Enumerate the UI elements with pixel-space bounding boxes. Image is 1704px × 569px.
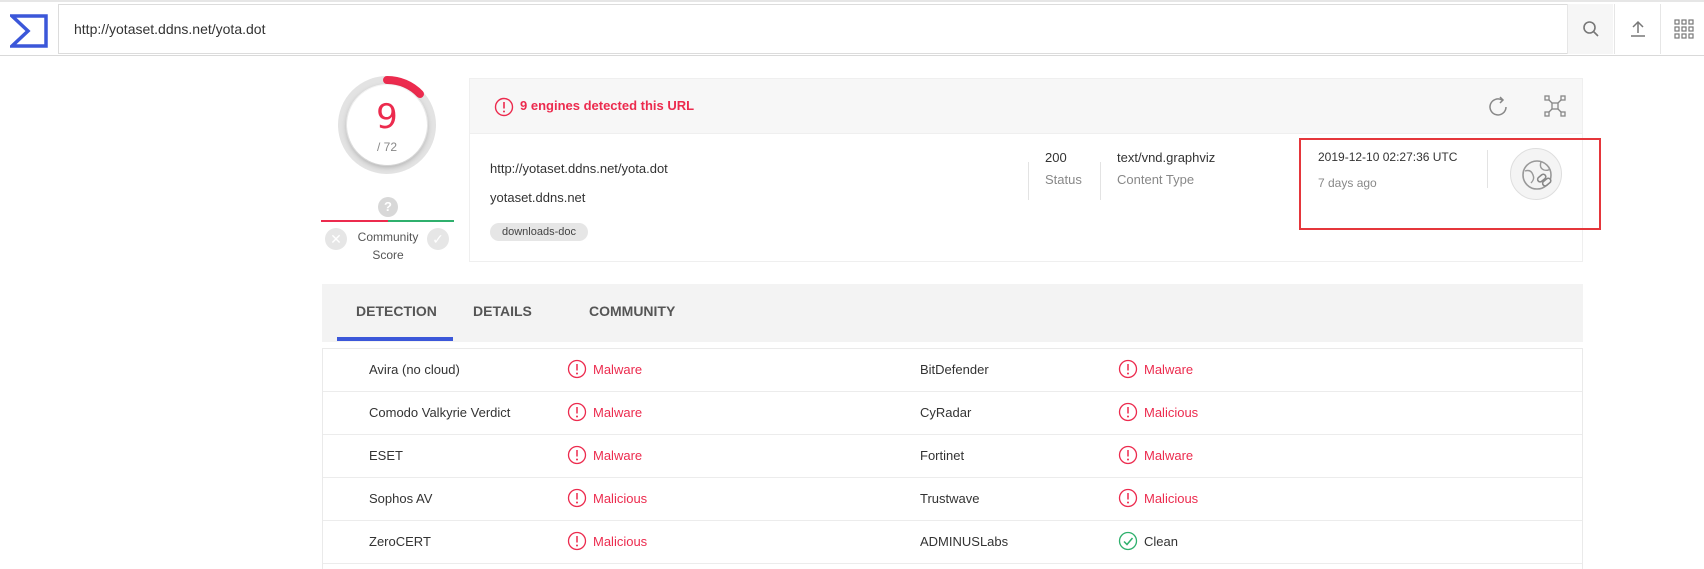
scanned-url[interactable]: http://yotaset.ddns.net/yota.dot xyxy=(490,161,668,176)
community-bar-positive xyxy=(388,220,454,222)
apps-button[interactable] xyxy=(1660,4,1704,54)
community-label-line2: Score xyxy=(372,248,404,262)
verdict-label: Malware xyxy=(593,448,643,463)
engine-name: Comodo Valkyrie Verdict xyxy=(369,405,511,420)
verdict-label: Malware xyxy=(1144,448,1194,463)
url-type-badge xyxy=(1510,148,1562,200)
domain-link[interactable]: yotaset.ddns.net xyxy=(490,190,585,205)
community-score-label: Community Score xyxy=(350,228,426,264)
detection-summary: 9 engines detected this URL xyxy=(520,98,695,113)
thumbs-up-button[interactable]: ✓ xyxy=(427,228,449,250)
alert-circle-icon xyxy=(567,402,587,422)
verdict-label: Malware xyxy=(593,362,643,377)
report-tabs: DETECTION DETAILS COMMUNITY xyxy=(322,284,1583,342)
top-bar xyxy=(0,0,1704,56)
apps-grid-icon xyxy=(1673,19,1694,39)
analysis-date: 2019-12-10 02:27:36 UTC xyxy=(1318,150,1458,164)
alert-circle-icon xyxy=(567,531,587,551)
alert-circle-icon xyxy=(567,359,587,379)
alert-circle-icon xyxy=(494,97,514,117)
score-circle: 9 / 72 xyxy=(347,85,427,165)
thumbs-up-icon: ✓ xyxy=(432,231,444,247)
refresh-icon[interactable] xyxy=(1486,95,1510,119)
sigma-logo-icon[interactable] xyxy=(10,14,48,48)
graph-icon[interactable] xyxy=(1544,95,1566,117)
alert-circle-icon xyxy=(567,445,587,465)
engine-name: Trustwave xyxy=(920,491,980,506)
verdict-label: Clean xyxy=(1144,534,1178,549)
engine-name: ESET xyxy=(369,448,403,463)
table-row: Avira (no cloud) Malware BitDefender Malwar… xyxy=(323,349,1582,392)
verdict-label: Malware xyxy=(593,405,643,420)
upload-button[interactable] xyxy=(1614,4,1660,54)
divider xyxy=(1100,162,1101,200)
detection-table: Avira (no cloud) Malware BitDefender Malwar… xyxy=(322,348,1583,569)
engine-name: ADMINUSLabs xyxy=(920,534,1009,549)
alert-circle-icon xyxy=(1118,402,1138,422)
alert-circle-icon xyxy=(1118,359,1138,379)
divider xyxy=(1028,162,1029,200)
http-status-value: 200 xyxy=(1045,150,1067,165)
verdict-label: Malicious xyxy=(1144,405,1199,420)
tab-detection[interactable]: DETECTION xyxy=(356,303,437,319)
engine-name: Fortinet xyxy=(920,448,965,463)
detection-count: 9 xyxy=(376,97,398,137)
check-circle-icon xyxy=(1118,531,1138,551)
community-bar-negative xyxy=(321,220,388,222)
tab-details[interactable]: DETAILS xyxy=(473,303,532,319)
alert-circle-icon xyxy=(1118,445,1138,465)
table-row: ZeroCERT Malicious ADMINUSLabs Clean xyxy=(323,521,1582,564)
analysis-age: 7 days ago xyxy=(1318,176,1377,190)
search-icon xyxy=(1582,21,1599,37)
verdict-label: Malicious xyxy=(1144,491,1199,506)
community-score-badge: ? xyxy=(378,197,398,217)
active-tab-indicator xyxy=(337,337,453,341)
content-type-value: text/vnd.graphviz xyxy=(1117,150,1216,165)
http-status-label: Status xyxy=(1045,172,1082,187)
thumbs-down-button[interactable]: ✕ xyxy=(325,228,347,250)
engine-name: ZeroCERT xyxy=(369,534,431,549)
engine-name: CyRadar xyxy=(920,405,972,420)
search-button[interactable] xyxy=(1567,4,1613,54)
community-label-line1: Community xyxy=(357,230,419,244)
category-tag[interactable]: downloads-doc xyxy=(490,223,588,241)
url-info-card: http://yotaset.ddns.net/yota.dot yotaset… xyxy=(469,134,1601,262)
verdict-label: Malicious xyxy=(593,491,648,506)
engine-total: / 72 xyxy=(376,140,397,154)
table-row: Sophos AV Malicious Trustwave Malicious xyxy=(323,478,1582,521)
table-row: ESET Malware Fortinet Malware xyxy=(323,435,1582,478)
search-input[interactable] xyxy=(58,4,1568,54)
url-link-icon xyxy=(1522,160,1552,190)
verdict-label: Malicious xyxy=(593,534,648,549)
detection-alert-bar: 9 engines detected this URL xyxy=(469,78,1583,134)
thumbs-down-icon: ✕ xyxy=(330,231,342,247)
upload-icon xyxy=(1630,20,1645,37)
divider xyxy=(1487,150,1488,188)
content-type-label: Content Type xyxy=(1117,172,1195,187)
alert-circle-icon xyxy=(567,488,587,508)
table-row: Comodo Valkyrie Verdict Malware CyRadar Mal… xyxy=(323,392,1582,435)
verdict-label: Malware xyxy=(1144,362,1194,377)
tab-community[interactable]: COMMUNITY xyxy=(589,303,675,319)
engine-name: Avira (no cloud) xyxy=(369,362,460,377)
alert-circle-icon xyxy=(1118,488,1138,508)
engine-name: Sophos AV xyxy=(369,491,433,506)
engine-name: BitDefender xyxy=(920,362,989,377)
